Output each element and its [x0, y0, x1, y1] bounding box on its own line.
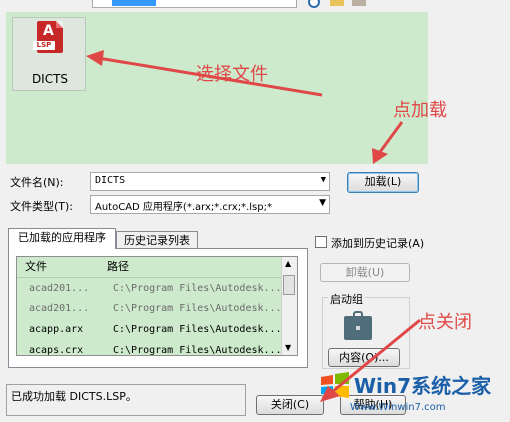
filetype-select[interactable]: AutoCAD 应用程序(*.arx;*.crx;*.lsp;* ▼ [90, 195, 330, 214]
file-item-dicts[interactable]: A LSP DICTS [12, 17, 86, 91]
annotation-click-load: 点加载 [393, 100, 447, 121]
row-path: C:\Program Files\Autodesk... [113, 345, 281, 356]
column-header-path[interactable]: 路径 [107, 257, 129, 277]
lsp-icon-tag: LSP [33, 41, 55, 50]
status-message: 已成功加载 DICTS.LSP。 [6, 384, 246, 416]
column-header-file[interactable]: 文件 [25, 257, 47, 277]
add-to-history-checkbox[interactable] [315, 236, 327, 248]
watermark-url: Www.Winwin7.com [350, 402, 446, 413]
table-row[interactable]: acaps.crx C:\Program Files\Autodesk... [17, 341, 281, 356]
row-path: C:\Program Files\Autodesk... [113, 283, 281, 294]
filename-value: DICTS [95, 175, 126, 186]
row-file: acapp.arx [29, 324, 84, 335]
table-row[interactable]: acad201... C:\Program Files\Autodesk... [17, 279, 281, 299]
chevron-down-icon[interactable]: ▼ [319, 198, 326, 208]
autocad-lsp-file-icon: A LSP [33, 21, 63, 53]
scroll-down-icon[interactable]: ▼ [285, 343, 291, 352]
close-button[interactable]: 关闭(C) [256, 395, 324, 415]
annotation-select-file: 选择文件 [196, 64, 268, 85]
row-file: acaps.crx [29, 345, 84, 356]
contents-button[interactable]: 内容(O)... [328, 348, 400, 367]
filename-combobox[interactable]: DICTS ▼ [90, 172, 330, 191]
filename-label: 文件名(N): [10, 176, 64, 189]
folder-up-icon[interactable] [330, 0, 344, 6]
filetype-value: AutoCAD 应用程序(*.arx;*.crx;*.lsp;* [95, 202, 272, 213]
row-path: C:\Program Files\Autodesk... [113, 303, 281, 314]
watermark-text: Win7系统之家 [354, 374, 492, 398]
chevron-down-icon[interactable]: ▼ [321, 175, 326, 185]
load-button[interactable]: 加载(L) [347, 172, 419, 193]
row-file: acad201... [29, 283, 90, 294]
windows-logo-icon [321, 372, 349, 398]
filetype-label: 文件类型(T): [10, 200, 74, 213]
table-row[interactable]: acad201... C:\Program Files\Autodesk... [17, 299, 281, 319]
scroll-up-icon[interactable]: ▲ [285, 259, 291, 268]
add-to-history-label: 添加到历史记录(A) [331, 237, 425, 250]
file-item-label: DICTS [31, 72, 69, 86]
loaded-apps-list[interactable]: 文件 路径 acad201... C:\Program Files\Autode… [16, 256, 298, 356]
list-vertical-scrollbar[interactable]: ▲ ▼ [281, 257, 297, 355]
table-row[interactable]: acapp.arx C:\Program Files\Autodesk... [17, 320, 281, 340]
scrollbar-thumb[interactable] [283, 275, 295, 295]
startup-group-label: 启动组 [328, 291, 365, 307]
row-path: C:\Program Files\Autodesk... [113, 324, 281, 335]
unload-button[interactable]: 卸载(U) [320, 263, 410, 282]
view-menu-icon[interactable] [352, 0, 366, 6]
tab-loaded-applications[interactable]: 已加载的应用程序 [8, 228, 116, 249]
briefcase-icon [344, 311, 372, 340]
row-file: acad201... [29, 303, 90, 314]
annotation-click-close: 点关闭 [418, 312, 472, 333]
header-divider [17, 277, 281, 278]
path-field-selection [112, 0, 156, 6]
